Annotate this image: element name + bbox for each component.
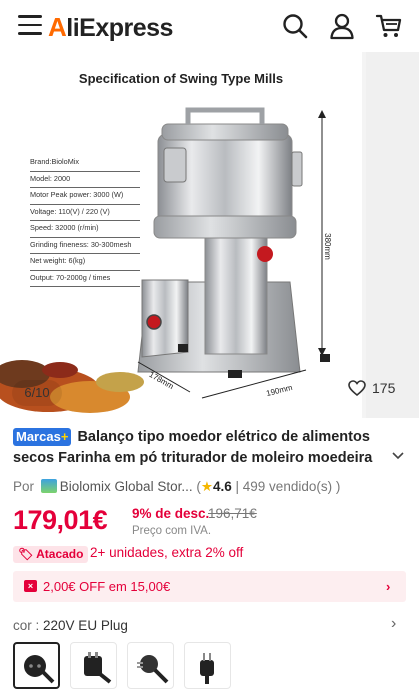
image-page-indicator: 6/10 (12, 380, 62, 406)
tag-icon: 🏷 (18, 547, 34, 561)
store-line: Por Biolomix Global Stor... (★4.6 | 499 … (13, 479, 341, 494)
cart-icon[interactable] (375, 12, 403, 40)
product-image[interactable]: Specification of Swing Type Mills Brand:… (0, 52, 362, 418)
store-icon (40, 479, 57, 493)
chevron-down-icon[interactable] (392, 452, 404, 460)
swatch-eu-plug[interactable] (13, 642, 60, 689)
wholesale-text: 2+ unidades, extra 2% off (90, 545, 244, 560)
brand-badge: Marcas+ (13, 428, 72, 446)
uk-plug-icon (83, 651, 111, 684)
star-icon: ★ (200, 479, 213, 494)
wishlist-count: 175 (372, 380, 396, 396)
rating-value: 4.6 (212, 479, 232, 494)
account-icon[interactable] (328, 12, 356, 40)
store-prefix: Por (13, 479, 35, 494)
product-title: Marcas+ Balanço tipo moedor elétrico de … (13, 428, 373, 466)
store-link[interactable]: Biolomix Global Stor... (60, 479, 193, 494)
coupon-icon: × (24, 580, 37, 592)
next-product-image[interactable] (366, 52, 419, 418)
plug-icon (136, 654, 168, 683)
original-price: 196,71€ (208, 506, 257, 521)
vat-note: Preço com IVA. (132, 525, 212, 537)
eu-plug-icon (23, 654, 54, 683)
chevron-right-icon: › (386, 579, 391, 594)
selected-color: 220V EU Plug (43, 618, 128, 633)
grinder-illustration (0, 107, 330, 413)
heart-icon (348, 380, 366, 396)
top-header: AliExpress (0, 0, 419, 52)
swatch-schuko-plug[interactable] (127, 642, 174, 689)
product-gallery[interactable]: Specification of Swing Type Mills Brand:… (0, 52, 419, 418)
color-swatches (13, 642, 241, 689)
us-plug-icon (199, 652, 214, 684)
color-selector-label[interactable]: cor : 220V EU Plug (13, 618, 128, 633)
coupon-text: 2,00€ OFF em 15,00€ (43, 579, 171, 594)
swatch-us-plug[interactable] (184, 642, 231, 689)
coupon-banner[interactable]: × 2,00€ OFF em 15,00€ › (13, 571, 406, 602)
discount-label: 9% de desc. (132, 506, 210, 521)
aliexpress-logo[interactable]: AliExpress (48, 12, 173, 43)
current-price: 179,01€ (13, 505, 108, 535)
wholesale-badge: 🏷 Atacado (13, 546, 89, 563)
menu-icon[interactable] (18, 15, 42, 35)
chevron-right-icon[interactable]: › (391, 615, 396, 633)
swatch-uk-plug[interactable] (70, 642, 117, 689)
sold-count: 499 vendido(s) (242, 479, 333, 494)
wishlist-button[interactable]: 175 (348, 380, 395, 396)
search-icon[interactable] (281, 12, 309, 40)
height-dimension: 380mm (322, 233, 332, 260)
